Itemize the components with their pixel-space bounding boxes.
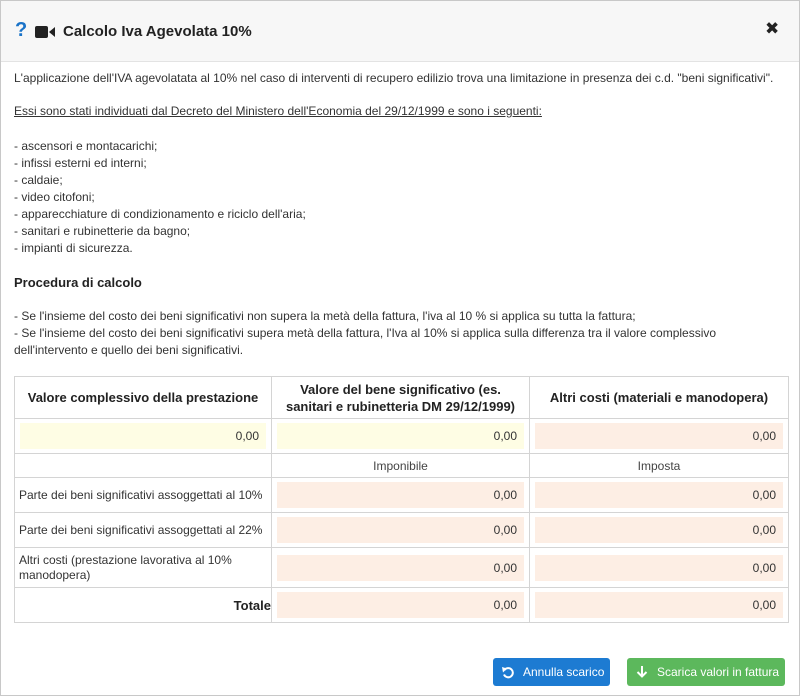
list-item: - sanitari e rubinetterie da bagno; bbox=[14, 224, 191, 238]
altri-costi-field[interactable] bbox=[535, 423, 783, 449]
list-item: - apparecchiature di condizionamento e r… bbox=[14, 207, 306, 221]
procedura-line: - Se l'insieme del costo dei beni signif… bbox=[14, 309, 636, 323]
total-imposta-field[interactable] bbox=[535, 592, 783, 618]
row-label: Altri costi (prestazione lavorativa al 1… bbox=[19, 552, 232, 582]
scarica-valori-button[interactable]: Scarica valori in fattura bbox=[627, 658, 785, 686]
scarica-valori-label: Scarica valori in fattura bbox=[657, 665, 780, 679]
list-item: - ascensori e montacarichi; bbox=[14, 139, 158, 153]
list-item: - infissi esterni ed interni; bbox=[14, 156, 147, 170]
cell bbox=[271, 512, 530, 548]
list-item: - video citofoni; bbox=[14, 190, 95, 204]
row-label-cell: Altri costi (prestazione lavorativa al 1… bbox=[14, 547, 272, 588]
imponibile-altri-field[interactable] bbox=[277, 554, 524, 581]
imponibile-22-field[interactable] bbox=[277, 517, 524, 543]
intro-paragraph: L'applicazione dell'IVA agevolatata al 1… bbox=[14, 71, 774, 85]
header-bene-significativo-text: Valore del bene significativo (es. sanit… bbox=[285, 381, 516, 414]
subheader-imponibile: Imponibile bbox=[271, 453, 530, 478]
annulla-scarico-button[interactable]: Annulla scarico bbox=[493, 658, 610, 686]
calc-table: Valore complessivo della prestazione Val… bbox=[14, 376, 789, 623]
list-item: - caldaie; bbox=[14, 173, 63, 187]
iva-dialog: ? Calcolo Iva Agevolata 10% ✖ L'applicaz… bbox=[0, 0, 800, 696]
procedura-line: dell'intervento e quello dei beni signif… bbox=[14, 343, 244, 357]
arrow-down-icon bbox=[636, 666, 648, 678]
close-icon[interactable]: ✖ bbox=[765, 19, 779, 39]
valore-complessivo-input[interactable] bbox=[20, 423, 266, 449]
table-input-row bbox=[14, 418, 789, 454]
imposta-10-field[interactable] bbox=[535, 482, 783, 508]
cell bbox=[271, 418, 530, 454]
header-bene-significativo: Valore del bene significativo (es. sanit… bbox=[271, 376, 530, 419]
intro-decree-text: Essi sono stati individuati dal Decreto … bbox=[14, 104, 542, 118]
table-subheader-row: Imponibile Imposta bbox=[14, 453, 789, 478]
row-label-cell: Parte dei beni significativi assoggettat… bbox=[14, 477, 272, 513]
help-icon[interactable]: ? bbox=[15, 19, 27, 41]
cell bbox=[529, 512, 789, 548]
imponibile-10-field[interactable] bbox=[277, 482, 524, 508]
cell bbox=[271, 587, 530, 623]
table-row: Parte dei beni significativi assoggettat… bbox=[14, 512, 789, 548]
cell bbox=[14, 418, 272, 454]
dialog-header: ? Calcolo Iva Agevolata 10% ✖ bbox=[1, 1, 799, 62]
total-label: Totale bbox=[14, 587, 272, 623]
cell bbox=[14, 453, 272, 478]
table-total-row: Totale bbox=[14, 587, 789, 623]
imposta-22-field[interactable] bbox=[535, 517, 783, 543]
table-row: Altri costi (prestazione lavorativa al 1… bbox=[14, 547, 789, 588]
table-row: Parte dei beni significativi assoggettat… bbox=[14, 477, 789, 513]
bene-significativo-input[interactable] bbox=[277, 423, 524, 449]
procedura-line: - Se l'insieme del costo dei beni signif… bbox=[14, 326, 717, 340]
subheader-imposta: Imposta bbox=[529, 453, 789, 478]
annulla-scarico-label: Annulla scarico bbox=[523, 665, 605, 679]
header-valore-complessivo: Valore complessivo della prestazione bbox=[14, 376, 272, 419]
imposta-altri-field[interactable] bbox=[535, 554, 783, 581]
table-header-row: Valore complessivo della prestazione Val… bbox=[14, 376, 789, 419]
dialog-title: Calcolo Iva Agevolata 10% bbox=[63, 23, 252, 40]
video-camera-icon[interactable] bbox=[35, 26, 55, 38]
cell bbox=[529, 587, 789, 623]
row-label-cell: Parte dei beni significativi assoggettat… bbox=[14, 512, 272, 548]
row-label: Parte dei beni significativi assoggettat… bbox=[19, 487, 263, 502]
cell bbox=[529, 477, 789, 513]
cell bbox=[271, 477, 530, 513]
procedura-heading: Procedura di calcolo bbox=[14, 275, 142, 290]
cell bbox=[529, 547, 789, 588]
undo-icon bbox=[502, 667, 514, 679]
header-altri-costi: Altri costi (materiali e manodopera) bbox=[529, 376, 789, 419]
total-imponibile-field[interactable] bbox=[277, 592, 524, 618]
cell bbox=[271, 547, 530, 588]
list-item: - impianti di sicurezza. bbox=[14, 241, 133, 255]
row-label: Parte dei beni significativi assoggettat… bbox=[19, 522, 263, 537]
cell bbox=[529, 418, 789, 454]
